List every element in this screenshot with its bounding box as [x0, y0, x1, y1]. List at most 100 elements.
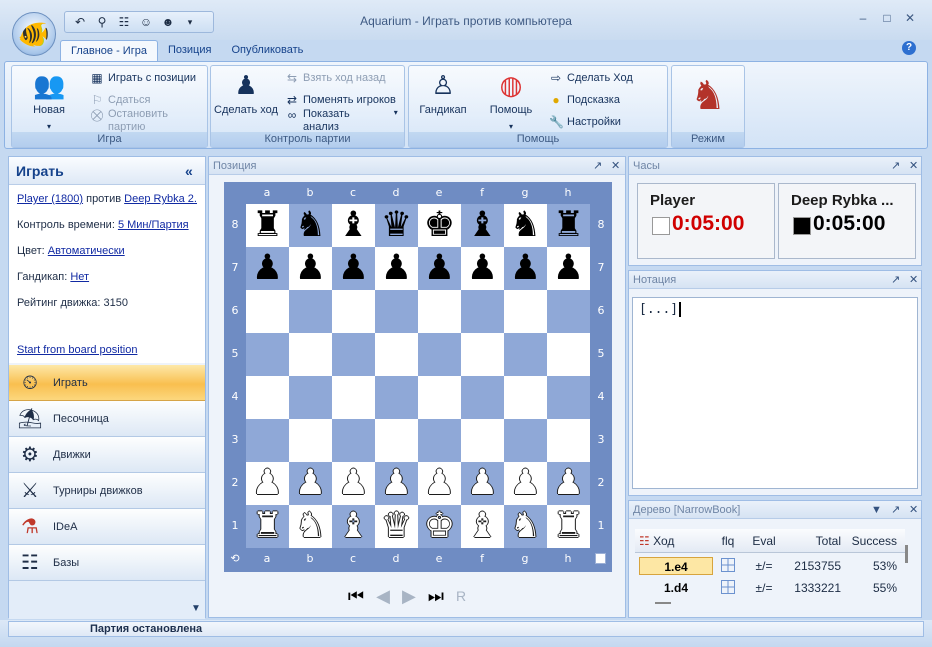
square-c7[interactable]: ♟: [332, 247, 375, 290]
header-move[interactable]: ☷ Ход: [635, 534, 715, 548]
white-pawn-icon[interactable]: ♟: [510, 463, 541, 503]
white-knight-icon[interactable]: ♞: [510, 506, 541, 546]
square-e6[interactable]: [418, 290, 461, 333]
square-g5[interactable]: [504, 333, 547, 376]
engine-link[interactable]: Deep Rybka 2.3.: [124, 193, 197, 205]
flip-board-icon[interactable]: ⟲: [228, 552, 242, 566]
square-b5[interactable]: [289, 333, 332, 376]
first-icon[interactable]: ⏮: [348, 586, 364, 607]
black-knight-icon[interactable]: ♞: [295, 205, 326, 245]
swap-players-button[interactable]: ⇄ Поменять игроков: [285, 90, 396, 110]
tab-main-game[interactable]: Главное - Игра: [60, 40, 158, 61]
dropdown-arrow-icon[interactable]: ▼: [871, 501, 882, 519]
chevron-down-icon[interactable]: ▼: [191, 603, 201, 614]
square-c4[interactable]: [332, 376, 375, 419]
black-queen-icon[interactable]: ♛: [381, 205, 412, 245]
make-move-button[interactable]: ♟ Сделать ход: [213, 69, 279, 116]
white-rook-icon[interactable]: ♜: [252, 506, 283, 546]
white-pawn-icon[interactable]: ♟: [553, 463, 584, 503]
square-d8[interactable]: ♛: [375, 204, 418, 247]
square-d1[interactable]: ♛: [375, 505, 418, 548]
square-a6[interactable]: [246, 290, 289, 333]
white-pawn-icon[interactable]: ♟: [338, 463, 369, 503]
black-rook-icon[interactable]: ♜: [553, 205, 584, 245]
square-f4[interactable]: [461, 376, 504, 419]
square-g3[interactable]: [504, 419, 547, 462]
square-f2[interactable]: ♟: [461, 462, 504, 505]
white-king-icon[interactable]: ♚: [424, 506, 455, 546]
square-a1[interactable]: ♜: [246, 505, 289, 548]
resign-button[interactable]: ⚐ Сдаться: [90, 90, 151, 110]
square-e2[interactable]: ♟: [418, 462, 461, 505]
square-f1[interactable]: ♝: [461, 505, 504, 548]
square-h6[interactable]: [547, 290, 590, 333]
square-a7[interactable]: ♟: [246, 247, 289, 290]
black-king-icon[interactable]: ♚: [424, 205, 455, 245]
app-orb-fish-icon[interactable]: 🐠: [12, 12, 56, 56]
player-link[interactable]: Player (1800): [17, 193, 83, 205]
black-rook-icon[interactable]: ♜: [252, 205, 283, 245]
square-c2[interactable]: ♟: [332, 462, 375, 505]
tab-position[interactable]: Позиция: [158, 40, 222, 61]
square-d6[interactable]: [375, 290, 418, 333]
nav-item-engines[interactable]: ⚙ Движки: [9, 437, 205, 473]
square-f7[interactable]: ♟: [461, 247, 504, 290]
square-h3[interactable]: [547, 419, 590, 462]
square-h7[interactable]: ♟: [547, 247, 590, 290]
replay-icon[interactable]: R: [456, 588, 466, 604]
square-g4[interactable]: [504, 376, 547, 419]
settings-button[interactable]: 🔧 Настройки: [549, 112, 621, 132]
white-pawn-icon[interactable]: ♟: [381, 463, 412, 503]
panel-close-icon[interactable]: ✕: [611, 157, 620, 175]
square-h2[interactable]: ♟: [547, 462, 590, 505]
square-a2[interactable]: ♟: [246, 462, 289, 505]
prev-icon[interactable]: ◀: [376, 586, 390, 607]
make-move-now-button[interactable]: ⇨ Сделать Ход: [549, 68, 633, 88]
square-b1[interactable]: ♞: [289, 505, 332, 548]
handicap-button[interactable]: ♙ Гандикап: [413, 69, 473, 116]
black-knight-icon[interactable]: ♞: [510, 205, 541, 245]
square-h5[interactable]: [547, 333, 590, 376]
square-c3[interactable]: [332, 419, 375, 462]
square-b3[interactable]: [289, 419, 332, 462]
nav-item-play[interactable]: ⏲ Играть: [9, 365, 205, 401]
black-pawn-icon[interactable]: ♟: [553, 248, 584, 288]
white-bishop-icon[interactable]: ♝: [338, 506, 369, 546]
collapse-icon[interactable]: «: [185, 157, 193, 185]
tree-row[interactable]: 1.e4 ±/= 2153755 53%: [635, 555, 905, 577]
white-pawn-icon[interactable]: ♟: [252, 463, 283, 503]
square-c8[interactable]: ♝: [332, 204, 375, 247]
square-d2[interactable]: ♟: [375, 462, 418, 505]
play-from-position-button[interactable]: ▦ Играть с позиции: [90, 68, 196, 88]
white-pawn-icon[interactable]: ♟: [424, 463, 455, 503]
square-b4[interactable]: [289, 376, 332, 419]
black-pawn-icon[interactable]: ♟: [381, 248, 412, 288]
white-pawn-icon[interactable]: ♟: [295, 463, 326, 503]
tree-row[interactable]: 1.d4 ±/= 1333221 55%: [635, 577, 905, 599]
square-e1[interactable]: ♚: [418, 505, 461, 548]
undock-icon[interactable]: ↗: [891, 157, 900, 175]
header-eval[interactable]: Eval: [741, 534, 787, 548]
square-c5[interactable]: [332, 333, 375, 376]
square-e4[interactable]: [418, 376, 461, 419]
panel-close-icon[interactable]: ✕: [909, 501, 918, 519]
white-queen-icon[interactable]: ♛: [381, 506, 412, 546]
tree-move[interactable]: 1.e4: [639, 557, 713, 575]
black-pawn-icon[interactable]: ♟: [510, 248, 541, 288]
black-bishop-icon[interactable]: ♝: [338, 205, 369, 245]
tab-publish[interactable]: Опубликовать: [221, 40, 313, 61]
header-success[interactable]: Success: [845, 534, 901, 548]
square-d5[interactable]: [375, 333, 418, 376]
nav-item-sandbox[interactable]: ⛱ Песочница: [9, 401, 205, 437]
square-g8[interactable]: ♞: [504, 204, 547, 247]
help-dropdown-button[interactable]: ◍ Помощь ▾: [479, 69, 543, 131]
nav-item-engine-tournaments[interactable]: ⚔ Турниры движков: [9, 473, 205, 509]
square-e8[interactable]: ♚: [418, 204, 461, 247]
square-h4[interactable]: [547, 376, 590, 419]
white-knight-icon[interactable]: ♞: [295, 506, 326, 546]
next-icon[interactable]: ▶: [402, 586, 416, 607]
handicap-link[interactable]: Нет: [70, 271, 89, 283]
square-g7[interactable]: ♟: [504, 247, 547, 290]
color-link[interactable]: Автоматически: [48, 245, 125, 257]
nav-item-databases[interactable]: ☷ Базы: [9, 545, 205, 581]
